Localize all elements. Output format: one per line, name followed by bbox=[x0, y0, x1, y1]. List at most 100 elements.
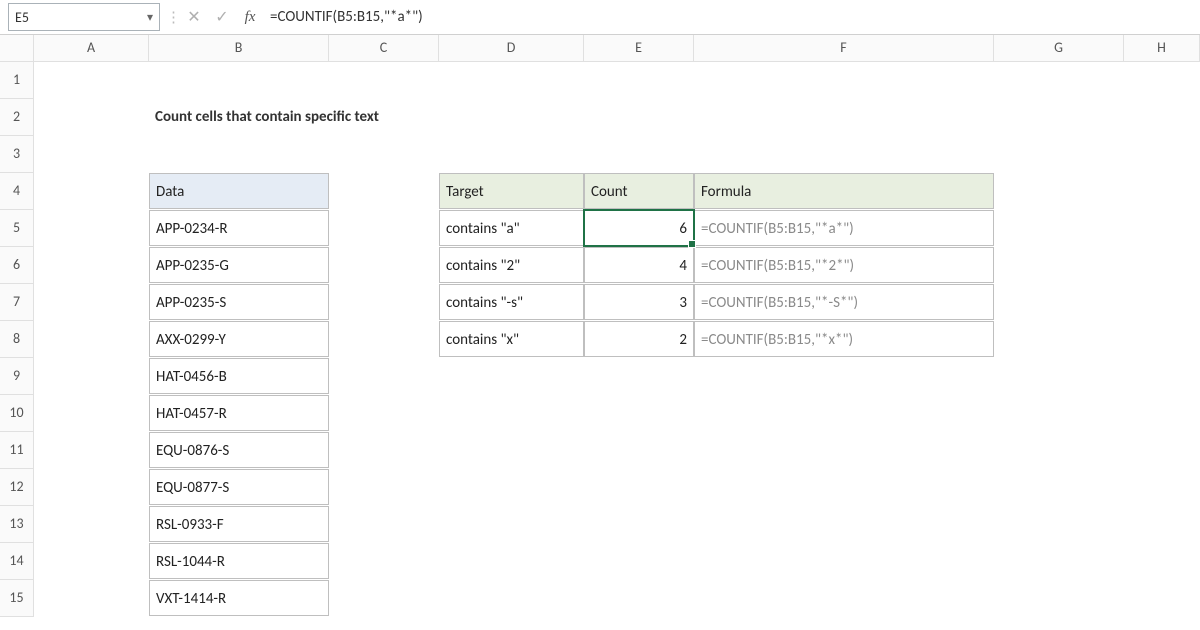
cell-H8[interactable] bbox=[1124, 321, 1200, 357]
cell-F9[interactable] bbox=[694, 358, 994, 394]
row-header-7[interactable]: 7 bbox=[0, 284, 34, 321]
col-header-C[interactable]: C bbox=[329, 35, 439, 62]
data-cell[interactable]: AXX-0299-Y bbox=[149, 321, 329, 357]
cell-C15[interactable] bbox=[329, 580, 439, 616]
cell-B3[interactable] bbox=[149, 136, 329, 172]
count-header[interactable]: Count bbox=[584, 173, 694, 209]
cell-C10[interactable] bbox=[329, 395, 439, 431]
data-cell[interactable]: HAT-0457-R bbox=[149, 395, 329, 431]
cell-D11[interactable] bbox=[439, 432, 584, 468]
row-header-6[interactable]: 6 bbox=[0, 247, 34, 284]
cell-D14[interactable] bbox=[439, 543, 584, 579]
cell-H6[interactable] bbox=[1124, 247, 1200, 283]
cell-E3[interactable] bbox=[584, 136, 694, 172]
data-cell[interactable]: APP-0234-R bbox=[149, 210, 329, 246]
row-header-2[interactable]: 2 bbox=[0, 99, 34, 136]
cell-F15[interactable] bbox=[694, 580, 994, 616]
count-cell[interactable]: 2 bbox=[584, 321, 694, 357]
cell-D9[interactable] bbox=[439, 358, 584, 394]
cell-E9[interactable] bbox=[584, 358, 694, 394]
cell-A2[interactable] bbox=[34, 99, 149, 135]
col-header-H[interactable]: H bbox=[1124, 35, 1200, 62]
col-header-G[interactable]: G bbox=[994, 35, 1124, 62]
cell-C11[interactable] bbox=[329, 432, 439, 468]
row-header-13[interactable]: 13 bbox=[0, 506, 34, 543]
data-cell[interactable]: APP-0235-S bbox=[149, 284, 329, 320]
row-header-12[interactable]: 12 bbox=[0, 469, 34, 506]
page-title[interactable]: Count cells that contain specific text bbox=[149, 99, 994, 135]
accept-icon[interactable]: ✓ bbox=[208, 7, 236, 27]
cell-F11[interactable] bbox=[694, 432, 994, 468]
target-cell[interactable]: contains "a" bbox=[439, 210, 584, 246]
row-header-8[interactable]: 8 bbox=[0, 321, 34, 358]
cell-A11[interactable] bbox=[34, 432, 149, 468]
cell-G7[interactable] bbox=[994, 284, 1124, 320]
cell-A8[interactable] bbox=[34, 321, 149, 357]
cell-G13[interactable] bbox=[994, 506, 1124, 542]
cell-D3[interactable] bbox=[439, 136, 584, 172]
cell-G8[interactable] bbox=[994, 321, 1124, 357]
row-header-11[interactable]: 11 bbox=[0, 432, 34, 469]
count-cell[interactable]: 4 bbox=[584, 247, 694, 283]
col-header-B[interactable]: B bbox=[149, 35, 329, 62]
cell-G11[interactable] bbox=[994, 432, 1124, 468]
cell-D1[interactable] bbox=[439, 62, 584, 98]
row-header-14[interactable]: 14 bbox=[0, 543, 34, 580]
cell-H1[interactable] bbox=[1124, 62, 1200, 98]
cell-H5[interactable] bbox=[1124, 210, 1200, 246]
col-header-E[interactable]: E bbox=[584, 35, 694, 62]
cell-E15[interactable] bbox=[584, 580, 694, 616]
row-header-5[interactable]: 5 bbox=[0, 210, 34, 247]
cell-H12[interactable] bbox=[1124, 469, 1200, 505]
cell-G12[interactable] bbox=[994, 469, 1124, 505]
cell-C14[interactable] bbox=[329, 543, 439, 579]
cancel-icon[interactable]: ✕ bbox=[180, 7, 208, 27]
cell-D10[interactable] bbox=[439, 395, 584, 431]
cell-H11[interactable] bbox=[1124, 432, 1200, 468]
data-cell[interactable]: RSL-1044-R bbox=[149, 543, 329, 579]
data-header[interactable]: Data bbox=[149, 173, 329, 209]
cell-C6[interactable] bbox=[329, 247, 439, 283]
cell-D15[interactable] bbox=[439, 580, 584, 616]
row-header-3[interactable]: 3 bbox=[0, 136, 34, 173]
cell-C9[interactable] bbox=[329, 358, 439, 394]
cell-F13[interactable] bbox=[694, 506, 994, 542]
cell-E11[interactable] bbox=[584, 432, 694, 468]
name-box[interactable]: E5 ▾ bbox=[8, 3, 160, 31]
cell-A9[interactable] bbox=[34, 358, 149, 394]
cell-A14[interactable] bbox=[34, 543, 149, 579]
cell-F12[interactable] bbox=[694, 469, 994, 505]
cell-E12[interactable] bbox=[584, 469, 694, 505]
cell-H15[interactable] bbox=[1124, 580, 1200, 616]
cell-H4[interactable] bbox=[1124, 173, 1200, 209]
cell-F14[interactable] bbox=[694, 543, 994, 579]
cell-H7[interactable] bbox=[1124, 284, 1200, 320]
cell-A4[interactable] bbox=[34, 173, 149, 209]
cell-D12[interactable] bbox=[439, 469, 584, 505]
cell-G2[interactable] bbox=[994, 99, 1124, 135]
cell-H13[interactable] bbox=[1124, 506, 1200, 542]
cell-G1[interactable] bbox=[994, 62, 1124, 98]
cell-C8[interactable] bbox=[329, 321, 439, 357]
data-cell[interactable]: HAT-0456-B bbox=[149, 358, 329, 394]
data-cell[interactable]: RSL-0933-F bbox=[149, 506, 329, 542]
target-cell[interactable]: contains "-s" bbox=[439, 284, 584, 320]
cell-A13[interactable] bbox=[34, 506, 149, 542]
cell-E10[interactable] bbox=[584, 395, 694, 431]
col-header-A[interactable]: A bbox=[34, 35, 149, 62]
cell-H9[interactable] bbox=[1124, 358, 1200, 394]
cell-E14[interactable] bbox=[584, 543, 694, 579]
row-header-10[interactable]: 10 bbox=[0, 395, 34, 432]
cell-H2[interactable] bbox=[1124, 99, 1200, 135]
cell-C3[interactable] bbox=[329, 136, 439, 172]
formula-cell[interactable]: =COUNTIF(B5:B15,"*x*") bbox=[694, 321, 994, 357]
cell-G10[interactable] bbox=[994, 395, 1124, 431]
cell-A1[interactable] bbox=[34, 62, 149, 98]
cell-G4[interactable] bbox=[994, 173, 1124, 209]
row-header-4[interactable]: 4 bbox=[0, 173, 34, 210]
data-cell[interactable]: APP-0235-G bbox=[149, 247, 329, 283]
cell-G15[interactable] bbox=[994, 580, 1124, 616]
row-header-9[interactable]: 9 bbox=[0, 358, 34, 395]
cell-A15[interactable] bbox=[34, 580, 149, 616]
formula-cell[interactable]: =COUNTIF(B5:B15,"*a*") bbox=[694, 210, 994, 246]
